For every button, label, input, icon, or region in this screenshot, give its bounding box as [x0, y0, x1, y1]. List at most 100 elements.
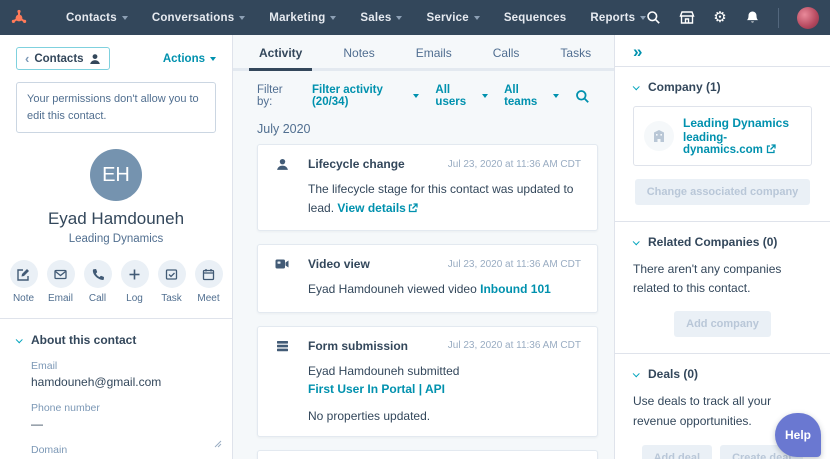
deals-title: Deals (0): [648, 367, 698, 381]
search-icon[interactable]: [646, 10, 661, 25]
calendar-icon: [195, 260, 223, 288]
nav-service[interactable]: Service: [426, 12, 479, 24]
filter-row: Filter by: Filter activity (20/34) All u…: [233, 71, 614, 118]
log-action-button[interactable]: Log: [121, 260, 149, 304]
email-action-button[interactable]: Email: [47, 260, 75, 304]
nav-sales-label: Sales: [360, 12, 391, 24]
meet-label: Meet: [197, 293, 219, 304]
collapse-panel-icon[interactable]: »: [615, 35, 830, 66]
permission-notice: Your permissions don't allow you to edit…: [16, 82, 216, 133]
hubspot-logo[interactable]: [10, 9, 28, 27]
domain-field[interactable]: Domain leading-dynamics.com: [16, 444, 216, 459]
email-field[interactable]: Email hamdouneh@gmail.com: [16, 360, 216, 389]
back-label: Contacts: [34, 53, 83, 65]
top-navbar: Contacts Conversations Marketing Sales S…: [0, 0, 830, 35]
card-note: No properties updated.: [308, 409, 581, 423]
deals-header[interactable]: Deals (0): [633, 367, 812, 381]
settings-gear-icon[interactable]: ⚙: [713, 10, 726, 25]
marketplace-icon[interactable]: [679, 10, 695, 25]
video-icon: [274, 258, 290, 270]
task-icon: [158, 260, 186, 288]
notifications-bell-icon[interactable]: [745, 10, 760, 25]
company-section-title: Company (1): [648, 80, 721, 94]
call-label: Call: [89, 293, 106, 304]
card-title: Form submission: [308, 339, 408, 353]
chevron-down-icon: [122, 16, 128, 20]
associations-panel: » Company (1) Leading Dynamics leading-d…: [615, 35, 830, 459]
chevron-down-icon: [633, 83, 640, 90]
nav-contacts-label: Contacts: [66, 12, 117, 24]
domain-field-label: Domain: [31, 444, 216, 456]
chevron-down-icon: [633, 238, 640, 245]
company-domain-label: leading-dynamics.com: [683, 132, 763, 156]
chevron-down-icon: [633, 370, 640, 377]
company-name-link[interactable]: Leading Dynamics: [683, 116, 801, 130]
add-company-button[interactable]: Add company: [674, 311, 771, 337]
nav-sales[interactable]: Sales: [360, 12, 402, 24]
contact-person-icon: [89, 53, 101, 65]
help-button[interactable]: Help: [775, 413, 821, 457]
call-action-button[interactable]: Call: [84, 260, 112, 304]
phone-field[interactable]: Phone number —: [16, 402, 216, 431]
all-teams-value: All teams: [504, 84, 548, 108]
about-section-header[interactable]: About this contact: [16, 333, 216, 347]
tab-calls[interactable]: Calls: [491, 35, 522, 68]
card-timestamp: Jul 23, 2020 at 11:36 AM CDT: [448, 159, 581, 170]
meet-action-button[interactable]: Meet: [195, 260, 223, 304]
resize-grip-icon[interactable]: [214, 435, 222, 453]
nav-conversations[interactable]: Conversations: [152, 12, 245, 24]
activity-tabs: Activity Notes Emails Calls Tasks: [233, 35, 614, 71]
all-users-value: All users: [435, 84, 477, 108]
nav-marketing[interactable]: Marketing: [269, 12, 336, 24]
company-section: Company (1) Leading Dynamics leading-dyn…: [615, 66, 830, 221]
nav-reports-label: Reports: [590, 12, 635, 24]
note-action-button[interactable]: Note: [10, 260, 38, 304]
nav-sequences[interactable]: Sequences: [504, 12, 567, 24]
change-associated-company-button[interactable]: Change associated company: [635, 179, 811, 205]
external-link-icon: [766, 144, 776, 154]
tab-emails[interactable]: Emails: [414, 35, 454, 68]
all-teams-dropdown[interactable]: All teams: [504, 84, 559, 108]
related-companies-empty-text: There aren't any companies related to th…: [633, 260, 812, 298]
tab-activity[interactable]: Activity: [257, 35, 304, 68]
add-deal-button[interactable]: Add deal: [642, 445, 712, 459]
note-icon: [10, 260, 38, 288]
company-card[interactable]: Leading Dynamics leading-dynamics.com: [633, 106, 812, 166]
link-label: First User In Portal | API: [308, 382, 445, 396]
tab-tasks[interactable]: Tasks: [558, 35, 593, 68]
external-link-icon: [408, 203, 418, 213]
user-avatar[interactable]: [797, 7, 819, 29]
related-companies-section: Related Companies (0) There aren't any c…: [615, 221, 830, 353]
back-to-contacts-button[interactable]: ‹ Contacts: [16, 47, 110, 70]
video-link[interactable]: Inbound 101: [480, 282, 551, 296]
related-companies-header[interactable]: Related Companies (0): [633, 235, 812, 249]
view-details-link[interactable]: View details: [337, 201, 417, 215]
search-activities-icon[interactable]: [575, 89, 590, 104]
divider: [778, 8, 779, 28]
contact-company-name: Leading Dynamics: [16, 233, 216, 245]
lifecycle-change-card: Lifecycle change Jul 23, 2020 at 11:36 A…: [257, 144, 598, 231]
task-action-button[interactable]: Task: [158, 260, 186, 304]
filter-activity-value: Filter activity (20/34): [312, 84, 408, 108]
form-link[interactable]: First User In Portal | API: [308, 382, 445, 396]
card-timestamp: Jul 23, 2020 at 11:36 AM CDT: [448, 259, 581, 270]
nav-conversations-label: Conversations: [152, 12, 234, 24]
actions-dropdown[interactable]: Actions: [163, 53, 216, 65]
company-domain-link[interactable]: leading-dynamics.com: [683, 132, 801, 156]
nav-reports[interactable]: Reports: [590, 12, 646, 24]
card-timestamp: Jul 23, 2020 at 11:36 AM CDT: [448, 340, 581, 351]
filter-activity-dropdown[interactable]: Filter activity (20/34): [312, 84, 419, 108]
company-section-header[interactable]: Company (1): [633, 80, 812, 94]
nav-sequences-label: Sequences: [504, 12, 567, 24]
chevron-down-icon: [239, 16, 245, 20]
form-icon: [274, 340, 290, 352]
phone-field-label: Phone number: [31, 402, 216, 414]
nav-contacts[interactable]: Contacts: [66, 12, 128, 24]
video-view-card: Video view Jul 23, 2020 at 11:36 AM CDT …: [257, 244, 598, 313]
all-users-dropdown[interactable]: All users: [435, 84, 488, 108]
quick-actions-row: Note Email Call Log Task: [16, 260, 216, 304]
tab-notes[interactable]: Notes: [341, 35, 376, 68]
hubspot-contact-page: Contacts Conversations Marketing Sales S…: [0, 0, 830, 459]
card-body: Eyad Hamdouneh viewed video: [308, 282, 477, 296]
month-heading: July 2020: [233, 118, 614, 144]
